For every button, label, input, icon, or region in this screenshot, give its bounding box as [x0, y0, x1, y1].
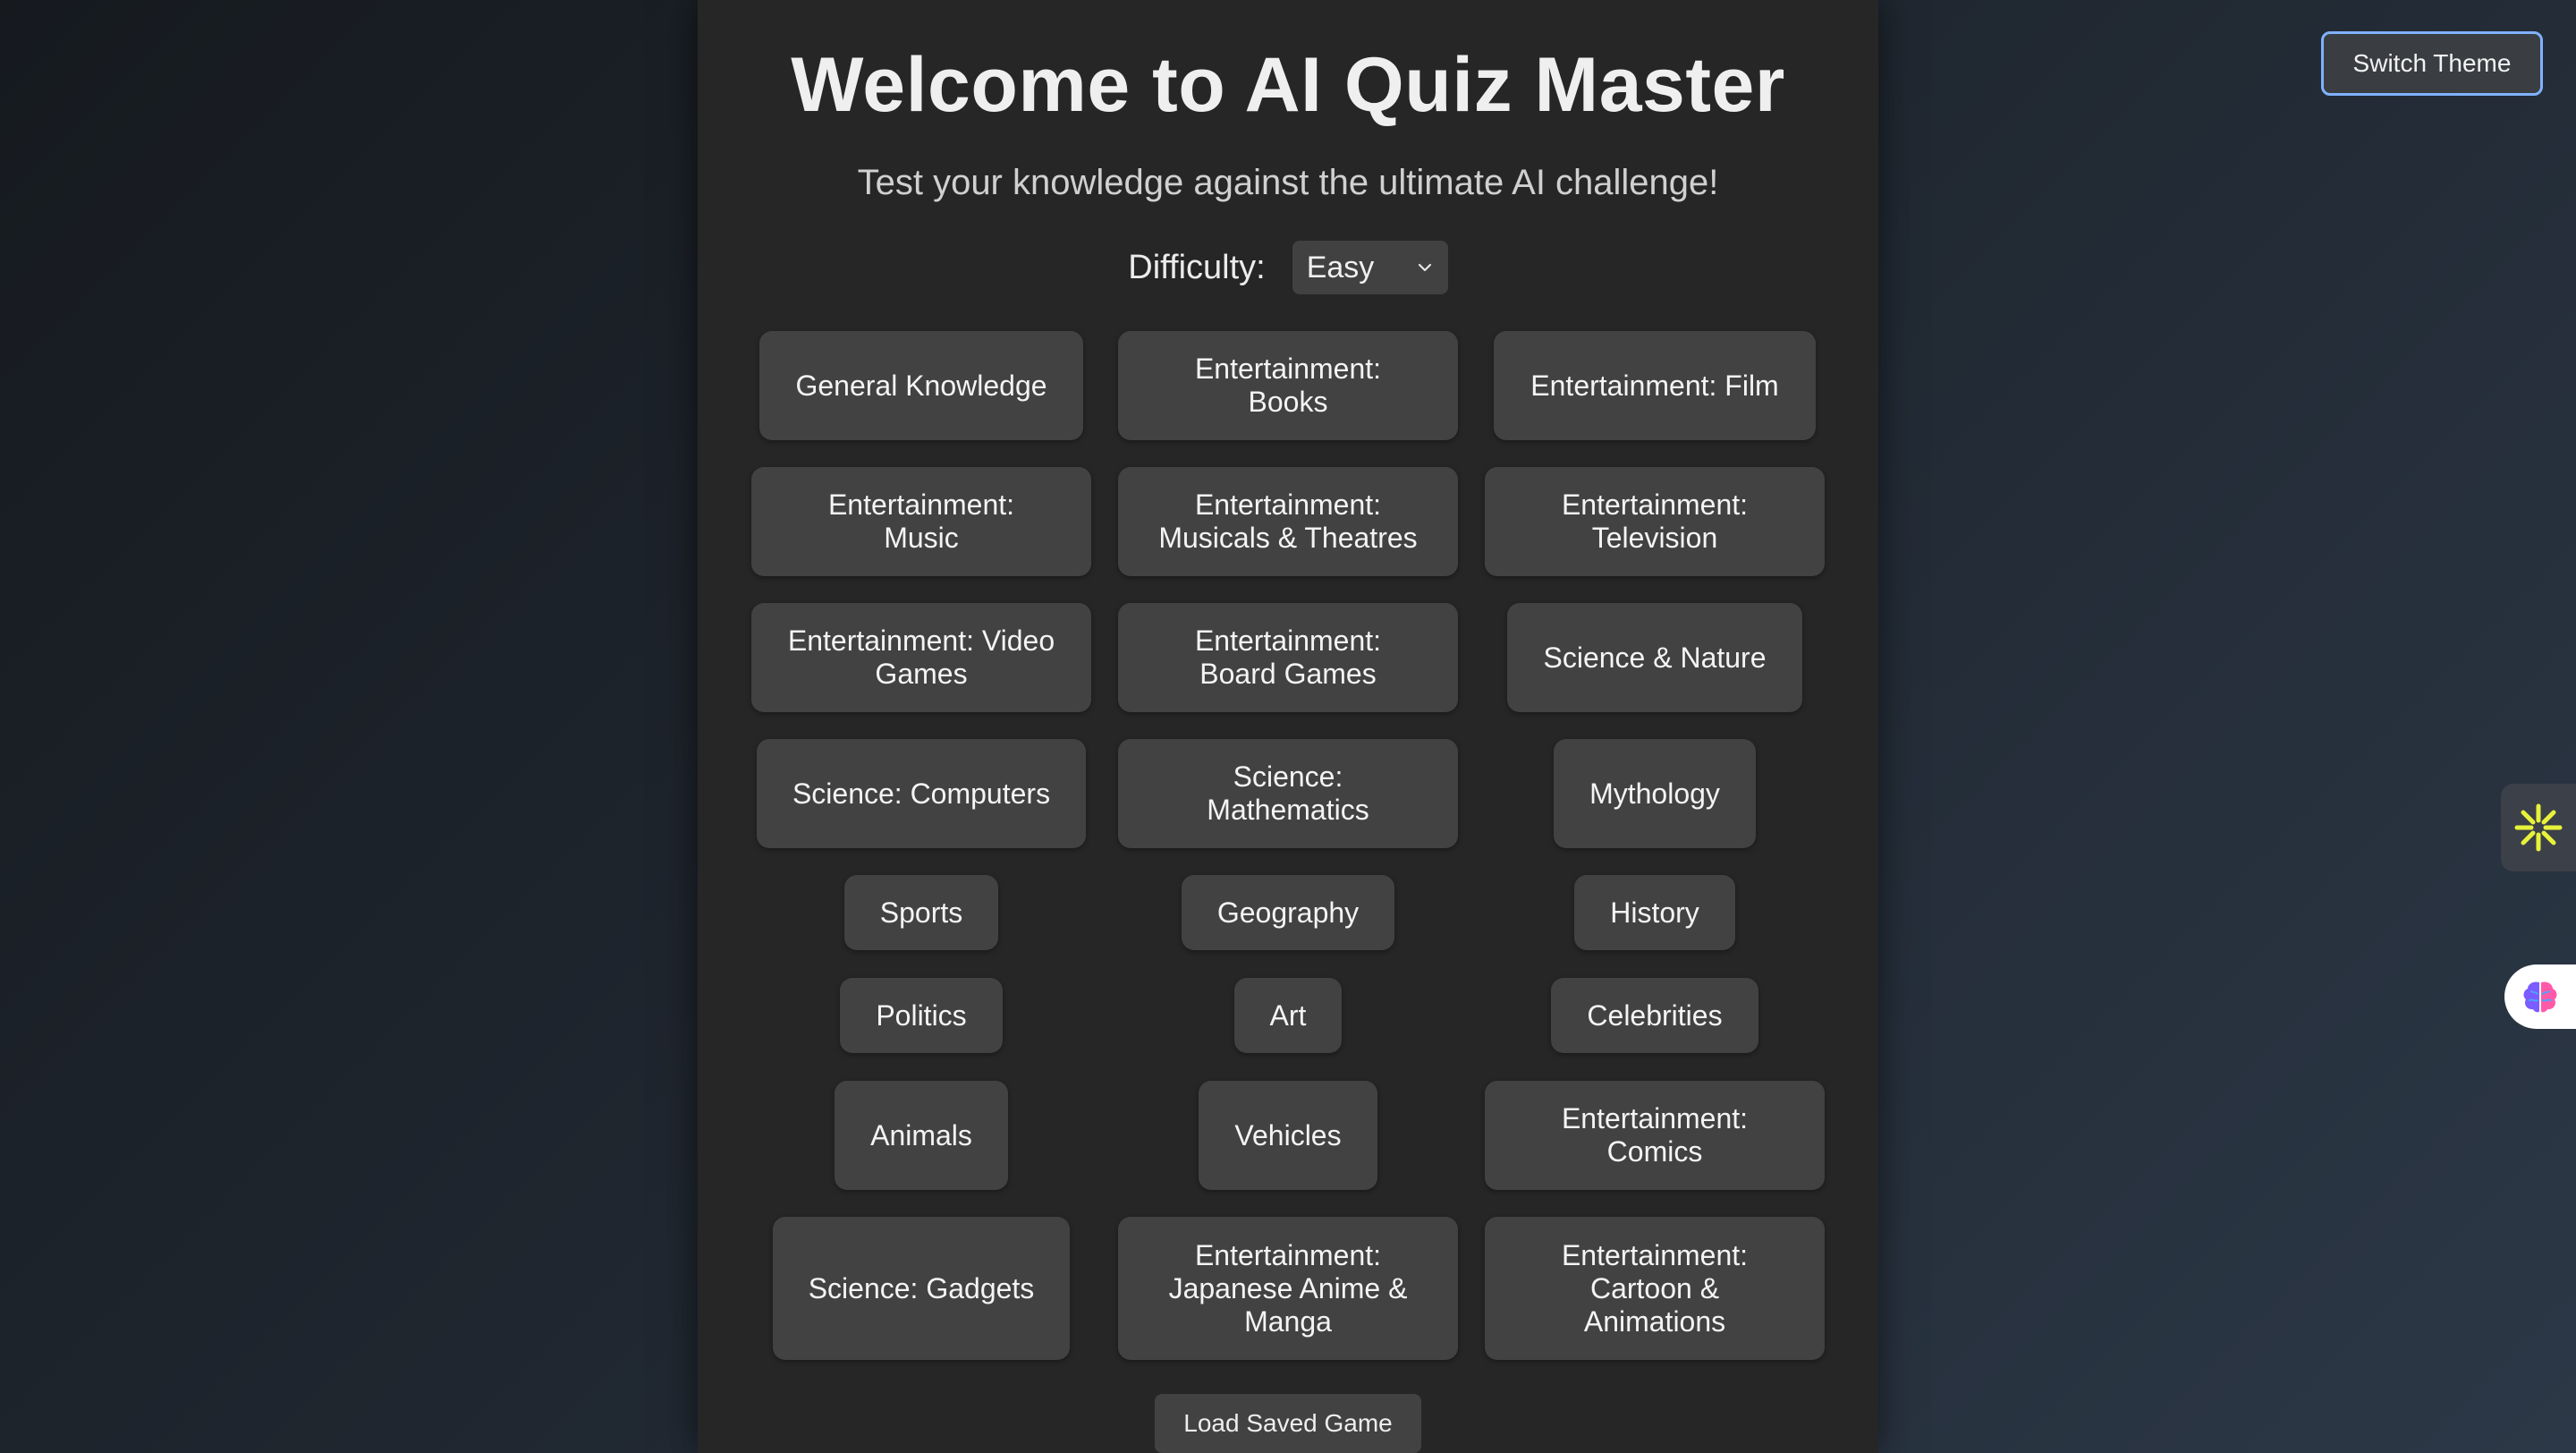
category-button[interactable]: History	[1574, 875, 1735, 950]
category-button[interactable]: Entertainment: Film	[1494, 331, 1816, 440]
difficulty-label: Difficulty:	[1128, 248, 1266, 286]
category-button[interactable]: Entertainment: Musicals & Theatres	[1118, 467, 1458, 576]
category-button[interactable]: Sports	[844, 875, 998, 950]
category-button[interactable]: Celebrities	[1551, 978, 1758, 1053]
category-button[interactable]: Politics	[840, 978, 1003, 1053]
category-button[interactable]: Entertainment: Board Games	[1118, 603, 1458, 712]
page-title: Welcome to AI Quiz Master	[791, 42, 1785, 128]
category-button[interactable]: Science & Nature	[1507, 603, 1802, 712]
brain-icon	[2523, 981, 2557, 1013]
category-button[interactable]: Art	[1234, 978, 1342, 1053]
chevron-down-icon	[1418, 263, 1431, 272]
category-button[interactable]: Entertainment: Japanese Anime & Manga	[1118, 1217, 1458, 1360]
difficulty-row: Difficulty: Easy	[698, 240, 1878, 295]
category-button[interactable]: General Knowledge	[759, 331, 1083, 440]
quiz-panel: Welcome to AI Quiz Master Test your know…	[698, 0, 1878, 1453]
category-button[interactable]: Geography	[1182, 875, 1394, 950]
switch-theme-button[interactable]: Switch Theme	[2321, 31, 2543, 96]
sparkle-icon	[2514, 803, 2563, 852]
category-button[interactable]: Mythology	[1554, 739, 1756, 848]
category-button[interactable]: Entertainment: Comics	[1485, 1081, 1825, 1190]
category-button[interactable]: Animals	[835, 1081, 1008, 1190]
category-button[interactable]: Entertainment: Television	[1485, 467, 1825, 576]
category-button[interactable]: Science: Mathematics	[1118, 739, 1458, 848]
category-button[interactable]: Entertainment: Video Games	[751, 603, 1091, 712]
page-subtitle: Test your knowledge against the ultimate…	[857, 163, 1719, 202]
load-saved-game-button[interactable]: Load Saved Game	[1155, 1394, 1421, 1453]
difficulty-select[interactable]: Easy	[1292, 241, 1448, 294]
category-button[interactable]: Entertainment: Music	[751, 467, 1091, 576]
category-button[interactable]: Vehicles	[1199, 1081, 1377, 1190]
category-button[interactable]: Entertainment: Cartoon & Animations	[1485, 1217, 1825, 1360]
category-button[interactable]: Entertainment: Books	[1118, 331, 1458, 440]
difficulty-selected-value: Easy	[1306, 250, 1375, 285]
category-button[interactable]: Science: Gadgets	[773, 1217, 1070, 1360]
brain-extension-button[interactable]	[2504, 964, 2576, 1029]
category-button[interactable]: Science: Computers	[757, 739, 1086, 848]
sparkle-extension-button[interactable]	[2501, 784, 2576, 871]
